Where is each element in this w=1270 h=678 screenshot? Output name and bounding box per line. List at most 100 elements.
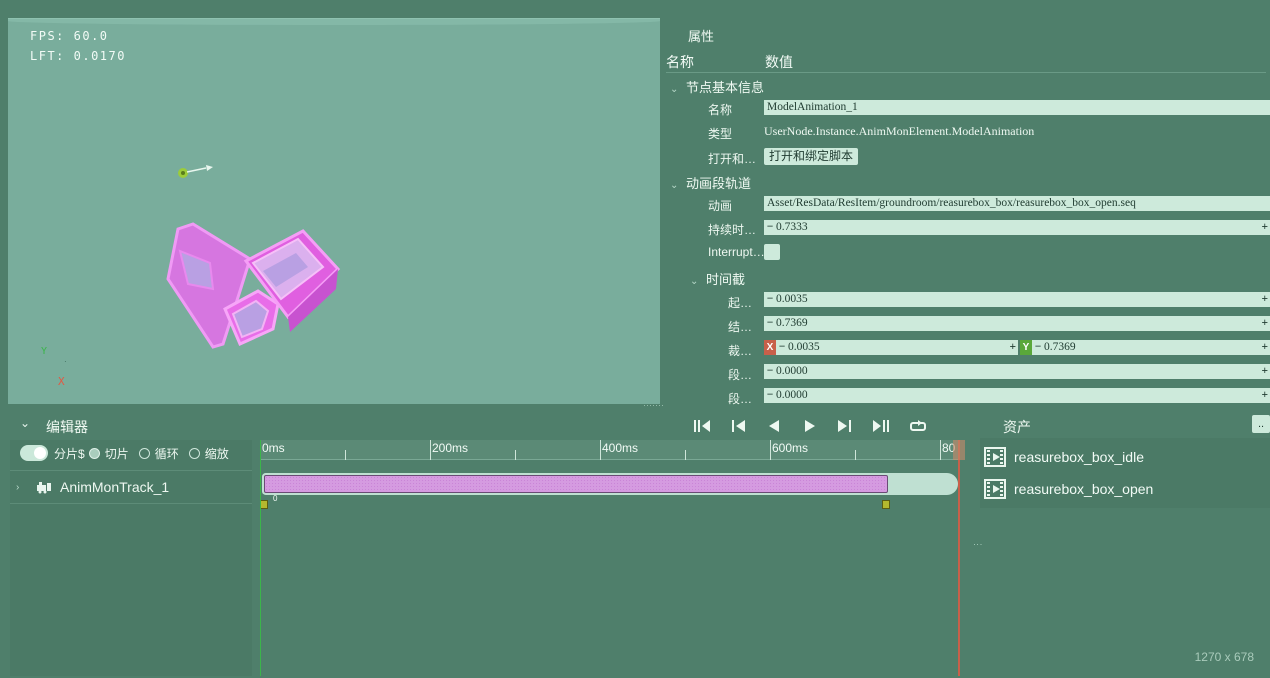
asset-label: reasurebox_box_open bbox=[1014, 481, 1154, 497]
increment-button[interactable]: + bbox=[1009, 340, 1016, 355]
asset-item[interactable]: reasurebox_box_idle bbox=[984, 445, 1144, 469]
axis-z-marker: · bbox=[64, 357, 67, 366]
segment-1-label: 段… bbox=[728, 368, 753, 382]
loop-radio[interactable] bbox=[138, 447, 150, 459]
chevron-down-icon: ⌄ bbox=[670, 180, 679, 191]
track-row[interactable]: › AnimMonTrack_1 bbox=[10, 470, 252, 504]
segment-2-label: 段… bbox=[728, 392, 753, 406]
clip-start-label: 0 bbox=[273, 494, 278, 503]
skip-to-start-icon[interactable] bbox=[692, 417, 712, 435]
properties-panel: 属性 名称 数值 ⌄ 节点基本信息 名称 ModelAnimation_1 类型 … bbox=[660, 18, 1270, 406]
increment-button[interactable]: + bbox=[1261, 220, 1268, 235]
chevron-right-icon[interactable]: › bbox=[16, 482, 30, 493]
chevron-down-icon: ⌄ bbox=[670, 84, 679, 95]
editor-options: 分片$ 切片 循环 缩放 bbox=[20, 444, 229, 462]
name-field[interactable]: ModelAnimation_1 bbox=[764, 100, 1270, 115]
section-basic-info[interactable]: ⌄ 节点基本信息 bbox=[670, 77, 764, 96]
light-gizmo-icon[interactable] bbox=[176, 164, 216, 184]
increment-button[interactable]: + bbox=[1261, 292, 1268, 307]
axis-x-label: X bbox=[58, 375, 65, 388]
scale-radio[interactable] bbox=[188, 447, 200, 459]
crop-y-value: 0.7369 bbox=[1044, 341, 1076, 353]
end-label: 结… bbox=[728, 320, 753, 334]
segment-2-stepper[interactable]: −0.0000 + bbox=[764, 388, 1270, 403]
playhead[interactable] bbox=[958, 440, 960, 676]
segment-1-value: 0.0000 bbox=[776, 365, 808, 377]
chevron-down-icon: ⌄ bbox=[690, 276, 699, 287]
interrupt-checkbox[interactable] bbox=[764, 244, 780, 260]
decrement-button[interactable]: − bbox=[764, 316, 776, 331]
scene-viewport[interactable]: FPS: 60.0 LFT: 0.0170 Y · X bbox=[8, 18, 660, 404]
open-script-label: 打开和… bbox=[708, 152, 757, 166]
asset-item[interactable]: reasurebox_box_open bbox=[984, 477, 1153, 501]
properties-title: 属性 bbox=[688, 29, 715, 44]
segment-1-stepper[interactable]: −0.0000 + bbox=[764, 364, 1270, 379]
section-anim-track[interactable]: ⌄ 动画段轨道 bbox=[670, 173, 751, 192]
interrupt-label: Interrupt… bbox=[708, 245, 765, 259]
increment-button[interactable]: + bbox=[1261, 388, 1268, 403]
treasure-box-model[interactable] bbox=[158, 219, 358, 359]
playhead-grip[interactable] bbox=[953, 440, 965, 460]
skip-to-end-icon[interactable] bbox=[871, 417, 891, 435]
assets-splitter-handle[interactable]: ⋮ bbox=[973, 540, 983, 549]
crop-label: 裁… bbox=[728, 344, 753, 358]
assets-panel: 资产 .. reasurebox_box_idle reasurebox_box… bbox=[978, 410, 1270, 678]
fps-readout: FPS: 60.0 bbox=[30, 29, 109, 43]
crop-y-stepper[interactable]: −0.7369 + bbox=[1032, 340, 1270, 355]
start-stepper[interactable]: −0.0035 + bbox=[764, 292, 1270, 307]
assets-more-button[interactable]: .. bbox=[1252, 415, 1270, 433]
anim-path-field[interactable]: Asset/ResData/ResItem/groundroom/reasure… bbox=[764, 196, 1270, 211]
crop-x-stepper[interactable]: −0.0035 + bbox=[776, 340, 1018, 355]
type-value: UserNode.Instance.AnimMonElement.ModelAn… bbox=[764, 124, 1035, 138]
size-badge: 1270 x 678 bbox=[1194, 650, 1254, 664]
decrement-button[interactable]: − bbox=[776, 340, 788, 355]
end-stepper[interactable]: −0.7369 + bbox=[764, 316, 1270, 331]
column-header-value: 数值 bbox=[765, 54, 793, 70]
axis-y-label: Y bbox=[41, 346, 48, 357]
decrement-button[interactable]: − bbox=[1032, 340, 1044, 355]
crop-x-tag: X bbox=[764, 340, 776, 355]
time-ruler[interactable]: 0ms 200ms 400ms 600ms 80 bbox=[260, 440, 960, 460]
duration-value: 0.7333 bbox=[776, 221, 808, 233]
track-list-panel: 分片$ 切片 循环 缩放 › AnimMonTrack_1 bbox=[10, 440, 252, 676]
slice-label: 切片 bbox=[104, 446, 129, 461]
step-forward-icon[interactable] bbox=[835, 417, 855, 435]
step-back-icon[interactable] bbox=[728, 417, 748, 435]
crop-y-tag: Y bbox=[1020, 340, 1032, 355]
timeline-panel[interactable]: 0ms 200ms 400ms 600ms 80 0 bbox=[260, 440, 970, 676]
scale-label: 缩放 bbox=[204, 446, 229, 461]
increment-button[interactable]: + bbox=[1261, 316, 1268, 331]
decrement-button[interactable]: − bbox=[764, 220, 776, 235]
animation-clip[interactable] bbox=[264, 475, 888, 493]
tick-label: 400ms bbox=[602, 441, 639, 455]
asset-label: reasurebox_box_idle bbox=[1014, 449, 1144, 465]
editor-title: 编辑器 bbox=[46, 419, 88, 435]
decrement-button[interactable]: − bbox=[764, 364, 776, 379]
play-reverse-icon[interactable] bbox=[764, 417, 784, 435]
clip-end-handle[interactable] bbox=[882, 500, 890, 509]
duration-stepper[interactable]: −0.7333 + bbox=[764, 220, 1270, 235]
play-icon[interactable] bbox=[800, 417, 820, 435]
asset-list: reasurebox_box_idle reasurebox_box_open bbox=[980, 438, 1270, 508]
split-toggle[interactable] bbox=[20, 445, 48, 461]
tick-label: 200ms bbox=[432, 441, 469, 455]
decrement-button[interactable]: − bbox=[764, 388, 776, 403]
loop-icon[interactable] bbox=[908, 417, 928, 435]
tick-label: 0ms bbox=[262, 441, 285, 455]
increment-button[interactable]: + bbox=[1261, 364, 1268, 379]
frame-time-readout: LFT: 0.0170 bbox=[30, 49, 126, 63]
slice-radio[interactable] bbox=[88, 447, 100, 459]
name-label: 名称 bbox=[708, 103, 733, 117]
open-bind-script-button[interactable]: 打开和绑定脚本 bbox=[764, 148, 859, 165]
track-name: AnimMonTrack_1 bbox=[60, 479, 170, 495]
section-time-clip[interactable]: ⌄ 时间截 bbox=[690, 269, 745, 288]
chevron-down-icon[interactable]: ⌄ bbox=[20, 416, 30, 430]
increment-button[interactable]: + bbox=[1261, 340, 1268, 355]
anim-label: 动画 bbox=[708, 199, 733, 213]
crop-x-value: 0.0035 bbox=[788, 341, 820, 353]
loop-label: 循环 bbox=[154, 446, 179, 461]
end-value: 0.7369 bbox=[776, 317, 808, 329]
decrement-button[interactable]: − bbox=[764, 292, 776, 307]
clip-start-handle[interactable] bbox=[260, 500, 268, 509]
assets-title: 资产 bbox=[1003, 419, 1031, 435]
